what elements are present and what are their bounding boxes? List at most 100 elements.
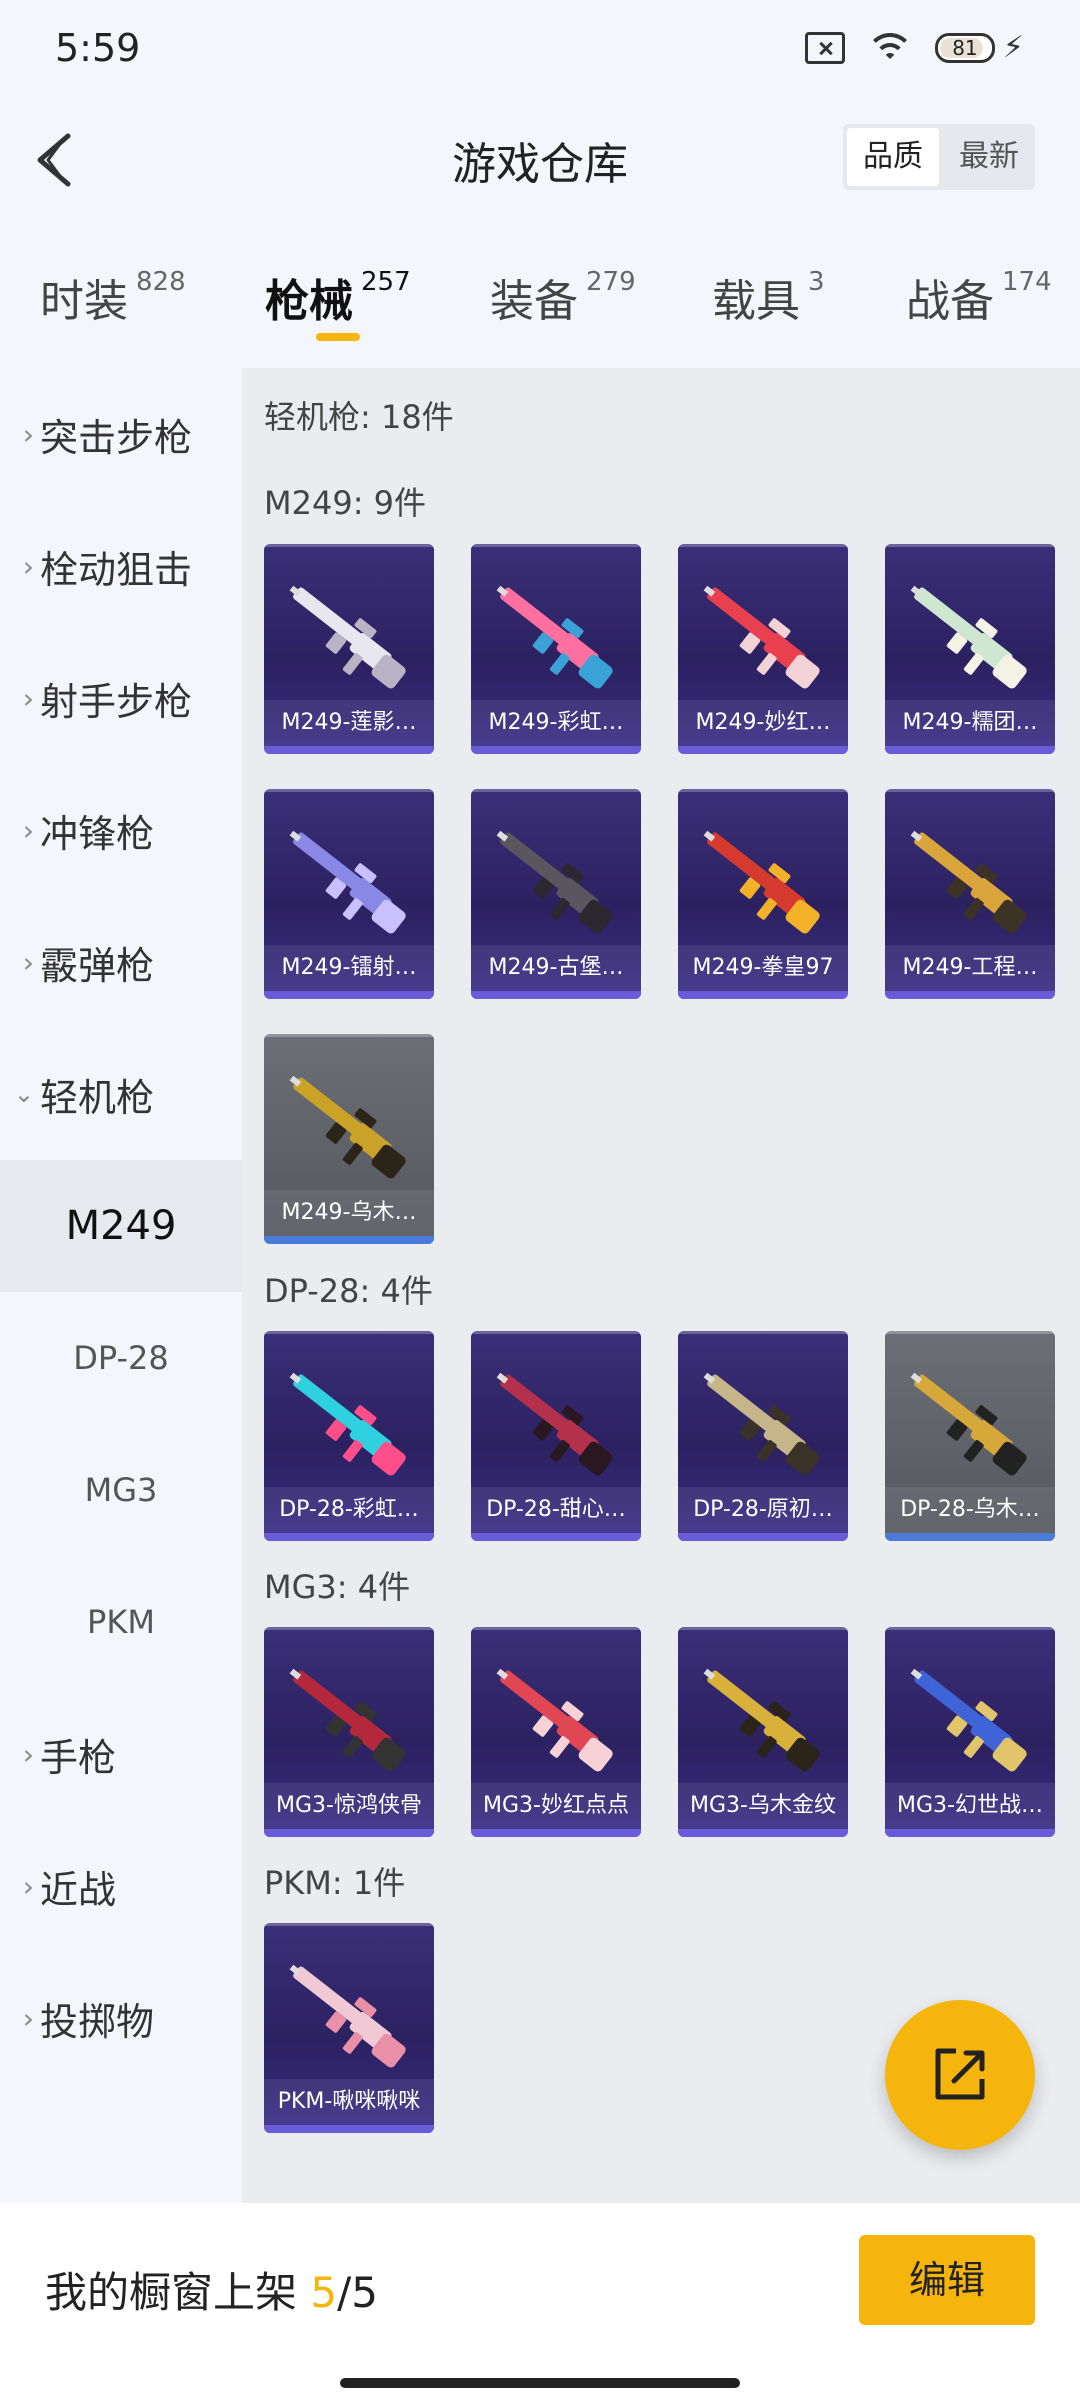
item-card[interactable]: DP-28-甜心…: [471, 1331, 641, 1541]
battery-level: 81: [952, 35, 978, 60]
card-highlight: [264, 1331, 434, 1334]
card-quality-bar: [678, 991, 848, 999]
card-highlight: [471, 1331, 641, 1334]
tab-battle-gear[interactable]: 战备 174: [906, 265, 1052, 329]
sidebar-item-marksman-rifles[interactable]: › 射手步枪: [0, 632, 242, 764]
card-highlight: [264, 789, 434, 792]
item-card[interactable]: PKM-啾咪啾咪: [264, 1923, 434, 2133]
item-card[interactable]: M249-拳皇97: [678, 789, 848, 999]
weapon-skin-image: [910, 585, 1027, 689]
chevron-right-icon: ›: [22, 2001, 34, 2035]
card-quality-bar: [264, 746, 434, 754]
chevron-right-icon: ›: [22, 945, 34, 979]
item-name: DP-28-乌木…: [885, 1487, 1055, 1533]
item-card[interactable]: M249-妙红…: [678, 544, 848, 754]
tab-count: 3: [808, 267, 825, 297]
sidebar-sub-pkm[interactable]: PKM: [0, 1556, 242, 1688]
weapon-skin-image: [910, 1668, 1027, 1772]
active-tab-indicator: [316, 333, 360, 341]
card-quality-bar: [678, 1829, 848, 1837]
showcase-current: 5: [310, 2268, 338, 2317]
card-highlight: [264, 544, 434, 547]
card-highlight: [678, 1331, 848, 1334]
weapon-skin-image: [703, 830, 820, 934]
item-name: M249-莲影…: [264, 700, 434, 746]
tab-label: 战备: [906, 276, 994, 327]
showcase-title: 我的橱窗上架: [45, 2268, 298, 2317]
battery-icon: 81 ⚡: [934, 30, 1024, 65]
weapon-skin-image: [910, 1372, 1027, 1476]
sidebar-item-throwables[interactable]: › 投掷物: [0, 1952, 242, 2084]
sidebar-item-smg[interactable]: › 冲锋枪: [0, 764, 242, 896]
total-count-label: 轻机枪: 18件: [264, 398, 454, 436]
tab-vehicles[interactable]: 载具 3: [712, 265, 825, 329]
chevron-right-icon: ›: [22, 1869, 34, 1903]
tab-label: 装备: [490, 276, 578, 327]
weapon-skin-image: [289, 1964, 406, 2068]
sidebar-sub-dp28[interactable]: DP-28: [0, 1292, 242, 1424]
item-card[interactable]: MG3-幻世战…: [885, 1627, 1055, 1837]
card-quality-bar: [471, 1829, 641, 1837]
tab-label: 载具: [712, 276, 800, 327]
item-name: M249-镭射…: [264, 945, 434, 991]
edit-button[interactable]: 编辑: [859, 2235, 1035, 2325]
sidebar-item-lmg[interactable]: ⌄ 轻机枪: [0, 1028, 242, 1160]
sidebar-item-pistols[interactable]: › 手枪: [0, 1688, 242, 1820]
category-tabs: 时装 828 枪械 257 装备 279 载具 3 战备 174: [0, 245, 1080, 365]
sidebar-item-assault-rifles[interactable]: › 突击步枪: [0, 368, 242, 500]
sidebar-item-label: 近战: [40, 1867, 117, 1912]
sidebar-sub-mg3[interactable]: MG3: [0, 1424, 242, 1556]
item-card[interactable]: MG3-惊鸿侠骨: [264, 1627, 434, 1837]
weapon-skin-image: [289, 1668, 406, 1772]
card-highlight: [678, 544, 848, 547]
tab-fashion[interactable]: 时装 828: [40, 265, 186, 329]
item-card[interactable]: M249-糯团…: [885, 544, 1055, 754]
item-card[interactable]: M249-古堡…: [471, 789, 641, 999]
status-bar: 5:59 81 ⚡: [0, 0, 1080, 110]
sort-quality-button[interactable]: 品质: [847, 128, 939, 186]
item-card[interactable]: DP-28-原初…: [678, 1331, 848, 1541]
status-icons: 81 ⚡: [804, 30, 1024, 65]
sim-off-icon: [804, 31, 845, 64]
item-card[interactable]: MG3-妙红点点: [471, 1627, 641, 1837]
sort-toggle[interactable]: 品质 最新: [843, 124, 1035, 190]
share-external-icon: [935, 2048, 985, 2100]
item-card[interactable]: M249-莲影…: [264, 544, 434, 754]
tab-count: 257: [361, 267, 411, 297]
group-title-mg3: MG3: 4件: [264, 1568, 411, 1606]
item-card[interactable]: M249-镭射…: [264, 789, 434, 999]
weapon-skin-image: [703, 1668, 820, 1772]
item-grid-panel: 轻机枪: 18件 M249: 9件 M249-莲影… M249-彩虹… M249-妙…: [242, 368, 1080, 2203]
sidebar-item-melee[interactable]: › 近战: [0, 1820, 242, 1952]
weapon-skin-image: [496, 1372, 613, 1476]
card-highlight: [264, 1627, 434, 1630]
item-card[interactable]: DP-28-乌木…: [885, 1331, 1055, 1541]
card-quality-bar: [678, 746, 848, 754]
sidebar-item-label: 突击步枪: [40, 415, 193, 460]
item-card[interactable]: DP-28-彩虹…: [264, 1331, 434, 1541]
item-card[interactable]: M249-彩虹…: [471, 544, 641, 754]
item-name: DP-28-甜心…: [471, 1487, 641, 1533]
tab-count: 279: [586, 267, 636, 297]
item-name: M249-工程…: [885, 945, 1055, 991]
sort-newest-button[interactable]: 最新: [943, 124, 1035, 190]
sidebar-sub-m249[interactable]: M249: [0, 1160, 242, 1292]
group-title-dp28: DP-28: 4件: [264, 1272, 433, 1310]
item-card[interactable]: MG3-乌木金纹: [678, 1627, 848, 1837]
card-highlight: [264, 1923, 434, 1926]
tab-equipment[interactable]: 装备 279: [490, 265, 636, 329]
sidebar-item-label: 轻机枪: [40, 1075, 155, 1120]
tab-firearms[interactable]: 枪械 257: [265, 265, 411, 329]
share-button[interactable]: [885, 2000, 1035, 2150]
sidebar-item-shotguns[interactable]: › 霰弹枪: [0, 896, 242, 1028]
item-card[interactable]: M249-乌木…: [264, 1034, 434, 1244]
card-quality-bar: [885, 1829, 1055, 1837]
weapon-skin-image: [496, 1668, 613, 1772]
item-card[interactable]: M249-工程…: [885, 789, 1055, 999]
chevron-right-icon: ›: [22, 549, 34, 583]
sidebar-item-bolt-sniper[interactable]: › 栓动狙击: [0, 500, 242, 632]
weapon-skin-image: [496, 830, 613, 934]
chevron-right-icon: ›: [22, 1737, 34, 1771]
weapon-skin-image: [703, 1372, 820, 1476]
card-highlight: [678, 789, 848, 792]
